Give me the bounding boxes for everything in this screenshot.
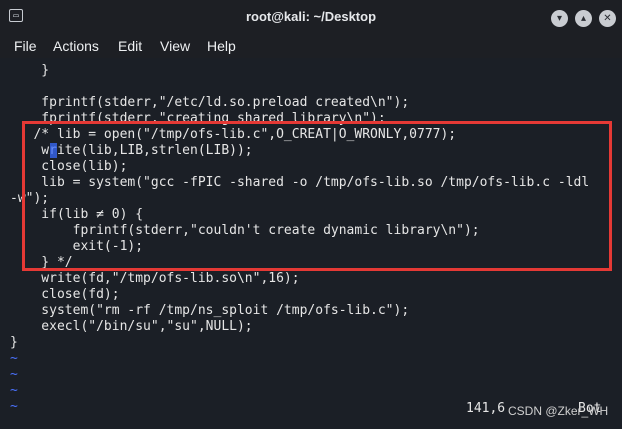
highlight-box xyxy=(22,121,612,271)
menu-edit[interactable]: Edit xyxy=(118,37,142,55)
menu-help[interactable]: Help xyxy=(207,37,236,55)
code-line: } xyxy=(10,335,18,350)
empty-line-tilde: ~ xyxy=(10,399,18,414)
title-bar: ▭ root@kali: ~/Desktop ▾ ▴ ✕ xyxy=(0,0,622,33)
code-line: execl("/bin/su","su",NULL); xyxy=(10,319,253,334)
code-line: system("rm -rf /tmp/ns_sploit /tmp/ofs-l… xyxy=(10,303,410,318)
menu-actions[interactable]: Actions xyxy=(53,37,99,55)
watermark: CSDN @Zker_WH xyxy=(508,404,609,418)
menu-bar: File Actions Edit View Help xyxy=(0,33,622,58)
minimize-button[interactable]: ▾ xyxy=(551,10,568,27)
empty-line-tilde: ~ xyxy=(10,383,18,398)
maximize-button[interactable]: ▴ xyxy=(575,10,592,27)
menu-view[interactable]: View xyxy=(160,37,190,55)
menu-file[interactable]: File xyxy=(14,37,37,55)
code-line: } xyxy=(10,63,50,78)
cursor-position: 141,6 xyxy=(466,401,506,416)
window-title: root@kali: ~/Desktop xyxy=(245,9,377,24)
code-line: write(fd,"/tmp/ofs-lib.so\n",16); xyxy=(10,271,300,286)
empty-line-tilde: ~ xyxy=(10,351,18,366)
close-button[interactable]: ✕ xyxy=(599,10,616,27)
code-line: fprintf(stderr,"/etc/ld.so.preload creat… xyxy=(10,95,410,110)
empty-line-tilde: ~ xyxy=(10,367,18,382)
code-line: close(fd); xyxy=(10,287,120,302)
